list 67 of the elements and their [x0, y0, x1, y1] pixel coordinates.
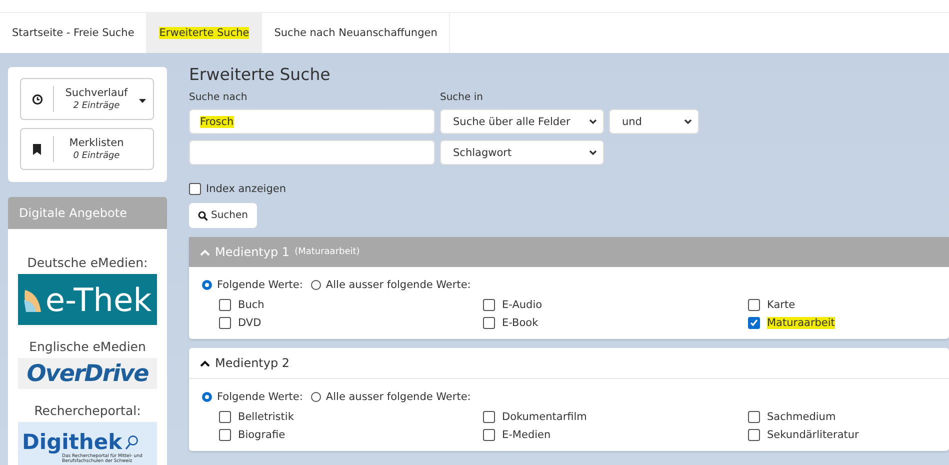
search-icon: [198, 210, 208, 220]
chevron-up-icon: [200, 360, 210, 366]
caret-icon: [139, 98, 146, 102]
checkbox-label: Maturaarbeit: [767, 317, 835, 329]
search-icon: [125, 434, 140, 450]
ethek-logo[interactable]: e-Thek: [18, 274, 157, 325]
clock-icon: [32, 94, 42, 104]
offer-caption: Rechercheportal:: [34, 403, 141, 418]
radio-label: Folgende Werte:: [217, 279, 303, 291]
checkbox[interactable]: [219, 317, 231, 329]
widget-title: Suchverlauf: [65, 87, 128, 99]
field-select[interactable]: Schlagwort: [440, 140, 604, 165]
chevron-down-icon: [589, 119, 597, 124]
radio-button[interactable]: [310, 392, 321, 402]
checkbox-label: Karte: [767, 299, 796, 311]
checkbox-label: DVD: [238, 317, 262, 329]
checkbox[interactable]: [483, 299, 495, 311]
operator-select[interactable]: und: [609, 109, 699, 134]
radio-button[interactable]: [310, 280, 321, 290]
field-label: Suche in: [440, 92, 483, 103]
checkbox-label: E-Book: [502, 317, 538, 329]
search-button[interactable]: Suchen: [189, 203, 258, 228]
search-input-field[interactable]: [189, 140, 435, 165]
chevron-down-icon: [589, 150, 597, 155]
checkbox-label: Sachmedium: [767, 411, 836, 423]
search-input-field[interactable]: Frosch: [189, 109, 435, 134]
checkbox[interactable]: [219, 299, 231, 311]
bookmark-icon: [33, 144, 41, 154]
checkbox[interactable]: [748, 317, 760, 329]
checkbox[interactable]: [748, 429, 760, 441]
chevron-down-icon: [684, 119, 692, 124]
checkbox-label: E-Audio: [502, 299, 542, 311]
widget-title: Merklisten: [69, 137, 124, 149]
checkbox-label: Dokumentarfilm: [502, 411, 587, 423]
checkbox-label: Sekundärliteratur: [767, 429, 859, 441]
page-title: Erweiterte Suche: [189, 65, 332, 84]
checkbox[interactable]: [219, 411, 231, 423]
checkbox[interactable]: [748, 411, 760, 423]
checkbox[interactable]: [189, 183, 201, 195]
facet-header[interactable]: Medientyp 2: [189, 348, 949, 379]
checkbox-label: Biografie: [238, 429, 286, 441]
bookmark-list-button[interactable]: Merklisten 0 Einträge: [20, 128, 154, 170]
radio-button[interactable]: [202, 280, 212, 290]
checkbox[interactable]: [483, 411, 495, 423]
checkbox-label: Buch: [238, 299, 264, 311]
radio-button[interactable]: [202, 392, 212, 402]
widget-count: 2 Einträge: [73, 101, 120, 111]
checkbox[interactable]: [483, 429, 495, 441]
offer-caption: Englische eMedien: [29, 339, 146, 354]
chevron-up-icon: [200, 248, 210, 256]
checkbox[interactable]: [483, 317, 495, 329]
nav-tab[interactable]: Erweiterte Suche: [147, 13, 262, 53]
checkbox-label: Belletristik: [238, 411, 294, 423]
offer-caption: Deutsche eMedien:: [27, 255, 148, 270]
checkbox-label: Index anzeigen: [206, 183, 286, 195]
radio-label: Alle ausser folgende Werte:: [326, 391, 471, 403]
section-header: Digitale Angebote: [8, 197, 167, 229]
field-select[interactable]: Suche über alle Felder: [440, 109, 604, 134]
search-history-button[interactable]: Suchverlauf 2 Einträge: [20, 78, 154, 120]
overdrive-logo[interactable]: OverDrive: [18, 358, 157, 389]
checkbox-label: E-Medien: [502, 429, 551, 441]
checkbox[interactable]: [219, 429, 231, 441]
radio-label: Folgende Werte:: [217, 391, 303, 403]
radio-label: Alle ausser folgende Werte:: [326, 279, 471, 291]
widget-count: 0 Einträge: [73, 151, 120, 161]
field-label: Suche nach: [189, 92, 248, 103]
checkbox[interactable]: [748, 299, 760, 311]
